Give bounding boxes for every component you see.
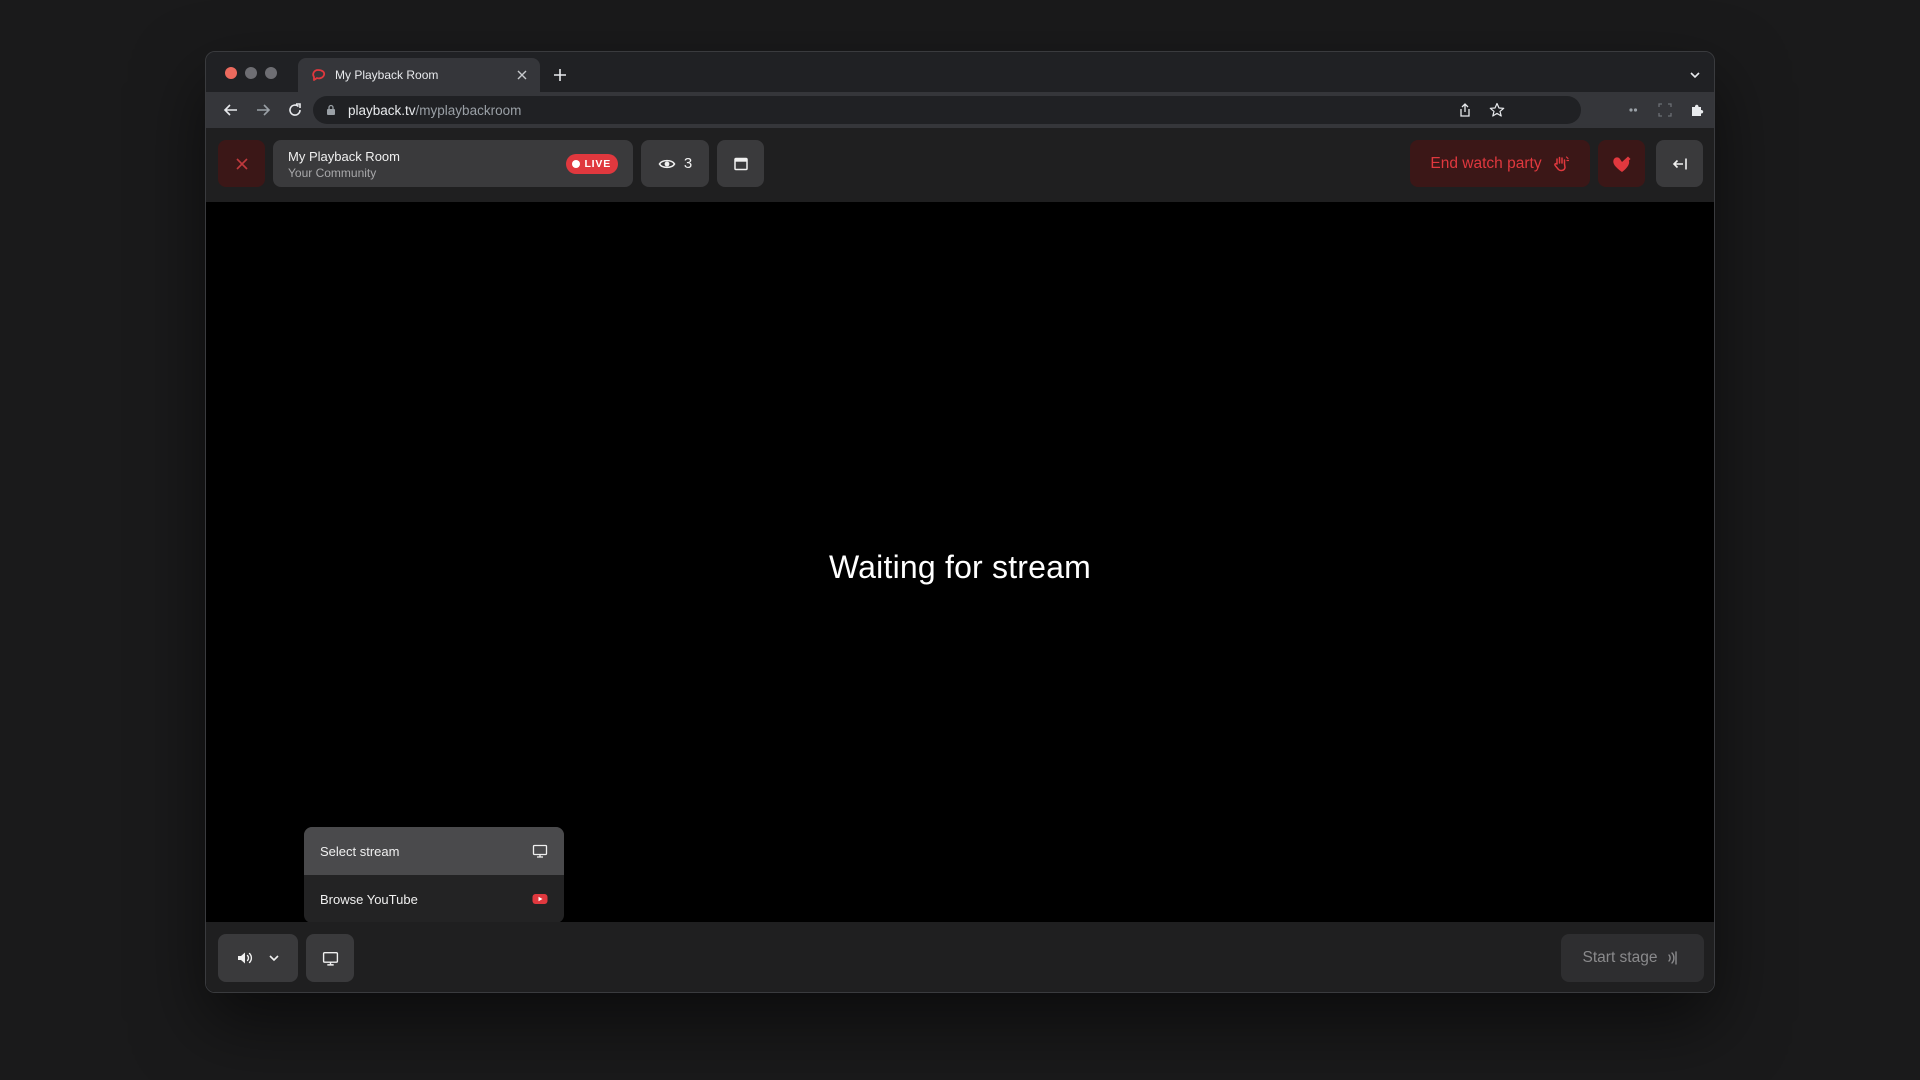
stream-source-menu: Select stream Browse YouTube (304, 827, 564, 923)
menu-item-browse-youtube[interactable]: Browse YouTube (304, 875, 564, 923)
heart-check-icon (1611, 154, 1633, 174)
playback-app: My Playback Room Your Community LIVE 3 E… (206, 128, 1714, 992)
address-bar[interactable]: playback.tv/myplaybackroom (313, 96, 1581, 124)
browser-window: My Playback Room playback.tv/myplaybackr… (205, 51, 1715, 993)
start-stage-label: Start stage (1582, 949, 1658, 966)
room-name: My Playback Room (288, 149, 400, 164)
youtube-icon (532, 893, 548, 905)
viewers-button[interactable]: 3 (641, 140, 709, 187)
browser-toolbar: playback.tv/myplaybackroom (206, 92, 1714, 128)
screen-share-button[interactable] (306, 934, 354, 982)
extension-dots-icon[interactable] (1625, 102, 1641, 118)
close-room-button[interactable] (218, 140, 265, 187)
start-stage-button[interactable]: Start stage (1561, 934, 1704, 982)
broadcast-icon (1666, 950, 1682, 966)
collapse-panel-button[interactable] (1656, 140, 1703, 187)
speaker-icon (236, 949, 254, 967)
end-watch-party-button[interactable]: End watch party (1410, 140, 1590, 187)
close-icon (234, 156, 250, 172)
new-tab-icon[interactable] (551, 66, 569, 84)
wave-hand-icon (1552, 155, 1570, 173)
arrow-left-bar-icon (1671, 155, 1689, 173)
window-minimize-dot[interactable] (245, 67, 257, 79)
popout-window-button[interactable] (717, 140, 764, 187)
url-text: playback.tv/myplaybackroom (348, 103, 521, 118)
browser-titlebar: My Playback Room (206, 52, 1714, 92)
back-arrow-icon[interactable] (220, 99, 242, 121)
chevron-down-icon (268, 952, 280, 964)
volume-button[interactable] (218, 934, 298, 982)
lock-icon (325, 104, 337, 116)
bookmark-star-icon[interactable] (1489, 102, 1505, 118)
menu-item-label: Browse YouTube (320, 891, 418, 907)
tab-close-icon[interactable] (514, 67, 530, 83)
room-info-card[interactable]: My Playback Room Your Community LIVE (273, 140, 633, 187)
menu-item-label: Select stream (320, 843, 400, 859)
monitor-icon (532, 843, 548, 859)
playback-logo-icon (311, 67, 327, 83)
end-watch-party-label: End watch party (1430, 154, 1542, 172)
browser-window-icon (733, 156, 749, 172)
eye-icon (658, 155, 676, 173)
room-topbar: My Playback Room Your Community LIVE 3 E… (206, 128, 1714, 202)
menu-item-select-stream[interactable]: Select stream (304, 827, 564, 875)
window-maximize-dot[interactable] (265, 67, 277, 79)
room-community: Your Community (288, 166, 377, 180)
url-host: playback.tv (348, 102, 416, 118)
share-page-icon[interactable] (1457, 102, 1473, 118)
live-label: LIVE (584, 158, 611, 170)
viewer-count: 3 (683, 155, 693, 172)
live-dot-icon (572, 160, 581, 168)
url-path: /myplaybackroom (415, 102, 522, 118)
window-close-dot[interactable] (225, 67, 237, 79)
stage-video-area[interactable]: Waiting for stream Select stream Browse … (206, 202, 1714, 923)
live-badge: LIVE (566, 154, 618, 174)
reload-icon[interactable] (284, 99, 306, 121)
waiting-status: Waiting for stream (828, 549, 1092, 585)
screenshot-frame-icon[interactable] (1657, 102, 1673, 118)
monitor-icon (322, 950, 339, 967)
browser-tab[interactable]: My Playback Room (298, 58, 540, 92)
forward-arrow-icon[interactable] (252, 99, 274, 121)
tab-title: My Playback Room (335, 68, 439, 82)
puzzle-extension-icon[interactable] (1689, 102, 1705, 118)
controls-bar: Start stage (206, 922, 1714, 992)
chevron-down-icon[interactable] (1688, 68, 1702, 82)
reaction-button[interactable] (1598, 140, 1645, 187)
